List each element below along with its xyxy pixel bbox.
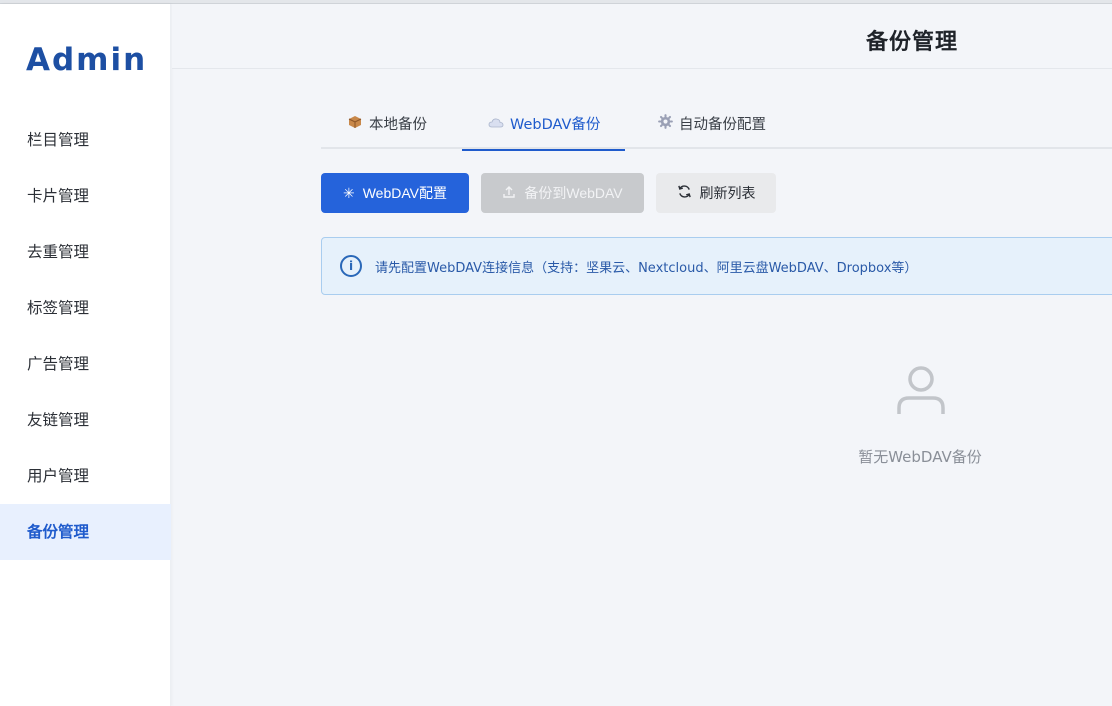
tab-auto-backup-config-label: 自动备份配置 — [679, 117, 766, 133]
sparkle-icon: ✳ — [342, 184, 355, 201]
empty-state-text: 暂无WebDAV备份 — [858, 448, 982, 466]
info-alert-text: 请先配置WebDAV连接信息（支持：坚果云、Nextcloud、阿里云盘WebD… — [375, 260, 918, 276]
tab-local-backup[interactable]: 本地备份 — [347, 104, 427, 149]
sidebar-item-users[interactable]: 用户管理 — [0, 448, 171, 504]
webdav-config-button[interactable]: ✳ WebDAV配置 — [321, 173, 469, 213]
sidebar-item-ads[interactable]: 广告管理 — [0, 336, 171, 392]
app-logo: Admin — [26, 42, 148, 78]
sidebar-item-tags[interactable]: 标签管理 — [0, 280, 171, 336]
info-alert: i 请先配置WebDAV连接信息（支持：坚果云、Nextcloud、阿里云盘We… — [321, 237, 1112, 295]
tab-webdav-backup[interactable]: WebDAV备份 — [462, 104, 625, 151]
sidebar-item-backup[interactable]: 备份管理 — [0, 504, 171, 560]
sidebar-item-cards[interactable]: 卡片管理 — [0, 168, 171, 224]
gear-icon — [657, 104, 673, 147]
backup-tabs: 本地备份 WebDAV备份 自动备份配置 — [321, 104, 1112, 151]
page-header: 备份管理 — [172, 4, 1112, 69]
sidebar-nav: 栏目管理 卡片管理 去重管理 标签管理 广告管理 友链管理 用户管理 备份管理 — [0, 112, 171, 560]
info-icon: i — [340, 255, 362, 277]
sidebar-item-columns[interactable]: 栏目管理 — [0, 112, 171, 168]
refresh-list-label: 刷新列表 — [699, 185, 756, 201]
tab-auto-backup-config[interactable]: 自动备份配置 — [657, 104, 766, 149]
tab-local-backup-label: 本地备份 — [369, 117, 427, 133]
backup-to-webdav-button[interactable]: 备份到WebDAV — [481, 173, 644, 213]
backup-to-webdav-label: 备份到WebDAV — [524, 185, 623, 201]
tab-webdav-backup-label: WebDAV备份 — [510, 117, 601, 133]
refresh-icon — [677, 184, 692, 202]
refresh-list-button[interactable]: 刷新列表 — [656, 173, 776, 213]
user-icon — [897, 366, 945, 414]
app-root: Admin 栏目管理 卡片管理 去重管理 标签管理 广告管理 友链管理 用户管理… — [0, 0, 1112, 706]
upload-icon — [502, 185, 516, 202]
sidebar-item-links[interactable]: 友链管理 — [0, 392, 171, 448]
sidebar: Admin 栏目管理 卡片管理 去重管理 标签管理 广告管理 友链管理 用户管理… — [0, 4, 171, 706]
webdav-config-label: WebDAV配置 — [362, 185, 447, 201]
page-title: 备份管理 — [866, 30, 959, 55]
cloud-icon — [488, 104, 504, 147]
sidebar-item-dedupe[interactable]: 去重管理 — [0, 224, 171, 280]
package-icon — [347, 104, 363, 147]
